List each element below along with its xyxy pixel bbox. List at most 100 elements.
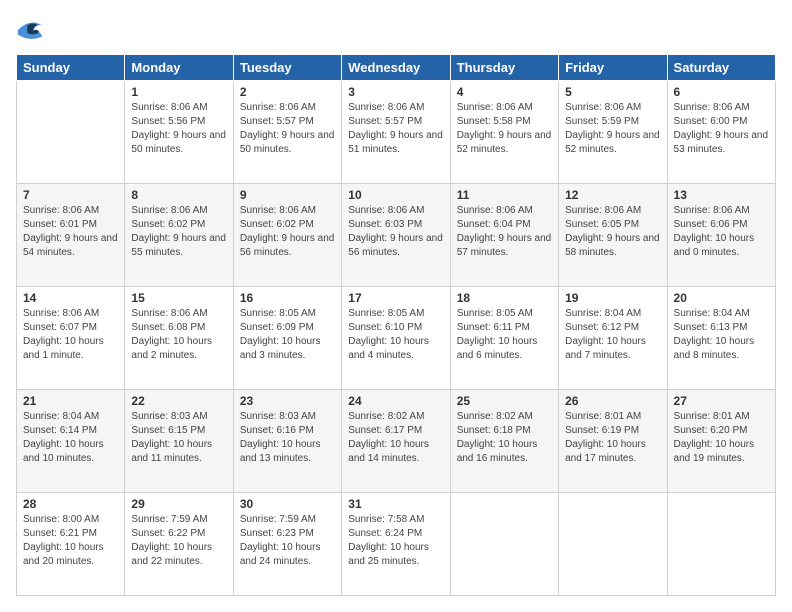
day-number: 29 — [131, 497, 226, 511]
day-info: Sunrise: 8:06 AMSunset: 5:57 PMDaylight:… — [348, 101, 443, 157]
day-info: Sunrise: 8:06 AMSunset: 5:56 PMDaylight:… — [131, 101, 226, 157]
day-number: 6 — [674, 85, 769, 99]
day-info: Sunrise: 8:06 AMSunset: 5:58 PMDaylight:… — [457, 101, 552, 157]
calendar-cell: 26Sunrise: 8:01 AMSunset: 6:19 PMDayligh… — [559, 390, 667, 493]
calendar-cell: 10 Sunrise: 8:06 AMSunset: 6:03 PMDayligh… — [342, 184, 450, 287]
calendar-cell: 27 Sunrise: 8:01 AMSunset: 6:20 PMDayligh… — [667, 390, 775, 493]
calendar-table: SundayMondayTuesdayWednesdayThursdayFrid… — [16, 54, 776, 596]
day-number: 13 — [674, 188, 769, 202]
day-info: Sunrise: 8:00 AMSunset: 6:21 PMDaylight:… — [23, 513, 118, 569]
calendar-cell: 29Sunrise: 7:59 AMSunset: 6:22 PMDayligh… — [125, 493, 233, 596]
calendar-header-friday: Friday — [559, 55, 667, 81]
calendar-cell: 16 Sunrise: 8:05 AMSunset: 6:09 PMDayligh… — [233, 287, 341, 390]
day-number: 22 — [131, 394, 226, 408]
calendar-header-sunday: Sunday — [17, 55, 125, 81]
calendar-cell: 23 Sunrise: 8:03 AMSunset: 6:16 PMDayligh… — [233, 390, 341, 493]
calendar-cell: 12Sunrise: 8:06 AMSunset: 6:05 PMDayligh… — [559, 184, 667, 287]
calendar-cell: 17Sunrise: 8:05 AMSunset: 6:10 PMDayligh… — [342, 287, 450, 390]
calendar-cell: 3 Sunrise: 8:06 AMSunset: 5:57 PMDaylight… — [342, 81, 450, 184]
calendar-header-tuesday: Tuesday — [233, 55, 341, 81]
day-info: Sunrise: 8:04 AMSunset: 6:13 PMDaylight:… — [674, 307, 769, 363]
day-number: 11 — [457, 188, 552, 202]
day-info: Sunrise: 8:06 AMSunset: 6:08 PMDaylight:… — [131, 307, 226, 363]
day-info: Sunrise: 8:06 AMSunset: 6:02 PMDaylight:… — [131, 204, 226, 260]
calendar-cell: 6 Sunrise: 8:06 AMSunset: 6:00 PMDaylight… — [667, 81, 775, 184]
day-number: 5 — [565, 85, 660, 99]
day-info: Sunrise: 8:05 AMSunset: 6:09 PMDaylight:… — [240, 307, 335, 363]
day-number: 24 — [348, 394, 443, 408]
day-info: Sunrise: 8:02 AMSunset: 6:18 PMDaylight:… — [457, 410, 552, 466]
calendar-header-row: SundayMondayTuesdayWednesdayThursdayFrid… — [17, 55, 776, 81]
day-number: 7 — [23, 188, 118, 202]
page: SundayMondayTuesdayWednesdayThursdayFrid… — [0, 0, 792, 612]
day-info: Sunrise: 8:06 AMSunset: 6:07 PMDaylight:… — [23, 307, 118, 363]
day-number: 2 — [240, 85, 335, 99]
day-number: 16 — [240, 291, 335, 305]
calendar-cell — [450, 493, 558, 596]
day-number: 10 — [348, 188, 443, 202]
day-info: Sunrise: 8:06 AMSunset: 6:02 PMDaylight:… — [240, 204, 335, 260]
calendar-cell: 5 Sunrise: 8:06 AMSunset: 5:59 PMDaylight… — [559, 81, 667, 184]
calendar-cell: 22 Sunrise: 8:03 AMSunset: 6:15 PMDayligh… — [125, 390, 233, 493]
calendar-cell: 24Sunrise: 8:02 AMSunset: 6:17 PMDayligh… — [342, 390, 450, 493]
day-info: Sunrise: 8:01 AMSunset: 6:20 PMDaylight:… — [674, 410, 769, 466]
calendar-header-thursday: Thursday — [450, 55, 558, 81]
day-number: 9 — [240, 188, 335, 202]
day-number: 30 — [240, 497, 335, 511]
day-info: Sunrise: 8:04 AMSunset: 6:12 PMDaylight:… — [565, 307, 660, 363]
logo-icon — [16, 16, 44, 44]
day-info: Sunrise: 8:04 AMSunset: 6:14 PMDaylight:… — [23, 410, 118, 466]
calendar-cell — [559, 493, 667, 596]
day-number: 12 — [565, 188, 660, 202]
calendar-week-row: 7 Sunrise: 8:06 AMSunset: 6:01 PMDaylight… — [17, 184, 776, 287]
calendar-week-row: 21 Sunrise: 8:04 AMSunset: 6:14 PMDayligh… — [17, 390, 776, 493]
calendar-cell: 30 Sunrise: 7:59 AMSunset: 6:23 PMDayligh… — [233, 493, 341, 596]
calendar-cell — [667, 493, 775, 596]
calendar-cell — [17, 81, 125, 184]
calendar-week-row: 28 Sunrise: 8:00 AMSunset: 6:21 PMDayligh… — [17, 493, 776, 596]
calendar-week-row: 1Sunrise: 8:06 AMSunset: 5:56 PMDaylight… — [17, 81, 776, 184]
day-number: 20 — [674, 291, 769, 305]
day-number: 4 — [457, 85, 552, 99]
calendar-cell: 15 Sunrise: 8:06 AMSunset: 6:08 PMDayligh… — [125, 287, 233, 390]
calendar-cell: 7 Sunrise: 8:06 AMSunset: 6:01 PMDaylight… — [17, 184, 125, 287]
calendar-cell: 28 Sunrise: 8:00 AMSunset: 6:21 PMDayligh… — [17, 493, 125, 596]
day-info: Sunrise: 8:06 AMSunset: 6:03 PMDaylight:… — [348, 204, 443, 260]
day-info: Sunrise: 8:06 AMSunset: 5:57 PMDaylight:… — [240, 101, 335, 157]
day-info: Sunrise: 8:01 AMSunset: 6:19 PMDaylight:… — [565, 410, 660, 466]
header — [16, 16, 776, 44]
calendar-cell: 2 Sunrise: 8:06 AMSunset: 5:57 PMDaylight… — [233, 81, 341, 184]
day-info: Sunrise: 8:06 AMSunset: 6:01 PMDaylight:… — [23, 204, 118, 260]
day-info: Sunrise: 8:06 AMSunset: 5:59 PMDaylight:… — [565, 101, 660, 157]
calendar-cell: 4 Sunrise: 8:06 AMSunset: 5:58 PMDaylight… — [450, 81, 558, 184]
day-number: 15 — [131, 291, 226, 305]
day-info: Sunrise: 8:03 AMSunset: 6:16 PMDaylight:… — [240, 410, 335, 466]
calendar-cell: 13 Sunrise: 8:06 AMSunset: 6:06 PMDayligh… — [667, 184, 775, 287]
day-number: 25 — [457, 394, 552, 408]
calendar-header-saturday: Saturday — [667, 55, 775, 81]
day-number: 23 — [240, 394, 335, 408]
calendar-cell: 1Sunrise: 8:06 AMSunset: 5:56 PMDaylight… — [125, 81, 233, 184]
calendar-cell: 25 Sunrise: 8:02 AMSunset: 6:18 PMDayligh… — [450, 390, 558, 493]
day-info: Sunrise: 8:05 AMSunset: 6:11 PMDaylight:… — [457, 307, 552, 363]
day-number: 27 — [674, 394, 769, 408]
day-info: Sunrise: 8:03 AMSunset: 6:15 PMDaylight:… — [131, 410, 226, 466]
day-info: Sunrise: 7:59 AMSunset: 6:23 PMDaylight:… — [240, 513, 335, 569]
day-number: 21 — [23, 394, 118, 408]
calendar-cell: 20 Sunrise: 8:04 AMSunset: 6:13 PMDayligh… — [667, 287, 775, 390]
calendar-cell: 14Sunrise: 8:06 AMSunset: 6:07 PMDayligh… — [17, 287, 125, 390]
calendar-header-monday: Monday — [125, 55, 233, 81]
calendar-cell: 11 Sunrise: 8:06 AMSunset: 6:04 PMDayligh… — [450, 184, 558, 287]
calendar-cell: 18 Sunrise: 8:05 AMSunset: 6:11 PMDayligh… — [450, 287, 558, 390]
day-number: 3 — [348, 85, 443, 99]
calendar-header-wednesday: Wednesday — [342, 55, 450, 81]
calendar-cell: 31Sunrise: 7:58 AMSunset: 6:24 PMDayligh… — [342, 493, 450, 596]
day-info: Sunrise: 8:06 AMSunset: 6:06 PMDaylight:… — [674, 204, 769, 260]
day-number: 18 — [457, 291, 552, 305]
day-info: Sunrise: 8:06 AMSunset: 6:04 PMDaylight:… — [457, 204, 552, 260]
day-number: 28 — [23, 497, 118, 511]
day-number: 17 — [348, 291, 443, 305]
logo — [16, 16, 48, 44]
day-number: 8 — [131, 188, 226, 202]
day-info: Sunrise: 8:06 AMSunset: 6:00 PMDaylight:… — [674, 101, 769, 157]
